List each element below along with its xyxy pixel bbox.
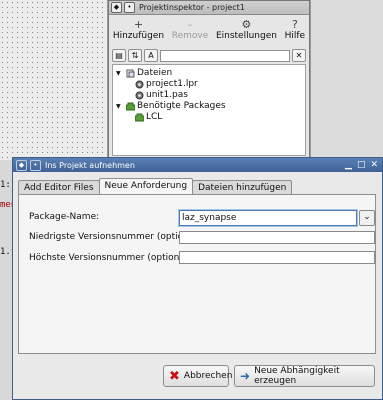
- form-designer-grid[interactable]: [0, 0, 108, 160]
- tree-node-files[interactable]: ▼ Dateien: [116, 68, 172, 78]
- inspector-titlebar[interactable]: ◆ • Projektinspektor - project1: [109, 1, 309, 15]
- collapse-icon[interactable]: ▼: [116, 70, 124, 77]
- gear-icon: ⚙: [241, 18, 252, 31]
- remove-label: Remove: [171, 31, 209, 41]
- project-tree[interactable]: ▼ Dateien project1.lpr unit1.pas ▼ Benöt…: [112, 64, 306, 156]
- cancel-button[interactable]: ✖ Abbrechen: [163, 365, 232, 387]
- alphabetic-sort-icon[interactable]: A: [144, 49, 158, 62]
- background-right-panel: [310, 0, 383, 157]
- tree-node-unit-file[interactable]: unit1.pas: [135, 90, 188, 100]
- show-directory-icon[interactable]: ▤: [112, 49, 126, 62]
- help-icon: ?: [291, 18, 298, 31]
- tree-label-project-file: project1.lpr: [146, 79, 198, 89]
- cancel-label: Abbrechen: [183, 371, 233, 381]
- package-name-label: Package-Name:: [29, 212, 100, 222]
- pin-icon[interactable]: •: [124, 2, 135, 13]
- pin-icon[interactable]: •: [30, 159, 41, 171]
- min-version-input[interactable]: [179, 231, 375, 244]
- tree-node-lcl[interactable]: LCL: [135, 112, 162, 122]
- minimize-icon[interactable]: ▁: [345, 160, 352, 170]
- create-dependency-label: Neue Abhängigkeit erzeugen: [254, 366, 340, 386]
- tree-node-project-file[interactable]: project1.lpr: [135, 79, 198, 89]
- dialog-tabs: Add Editor Files Neue Anforderung Dateie…: [18, 178, 293, 194]
- tree-node-packages[interactable]: ▼ Benötigte Packages: [116, 101, 226, 111]
- tree-label-unit-file: unit1.pas: [146, 90, 188, 100]
- dialog-title: Ins Projekt aufnehmen: [45, 160, 135, 170]
- max-version-input[interactable]: [179, 251, 375, 264]
- files-folder-icon: [126, 69, 135, 77]
- window-menu-icon[interactable]: ◆: [111, 2, 122, 13]
- project-file-icon: [135, 80, 144, 88]
- window-controls: ▁ □ ✕: [345, 160, 378, 170]
- max-version-label: Höchste Versionsnummer (optional):: [29, 253, 194, 263]
- create-dependency-button[interactable]: ➜ Neue Abhängigkeit erzeugen: [234, 365, 375, 387]
- sort-icon[interactable]: ⇅: [128, 49, 142, 62]
- add-to-project-dialog: ◆ • Ins Projekt aufnehmen ▁ □ ✕ Add Edit…: [12, 157, 383, 400]
- cancel-icon: ✖: [169, 368, 180, 384]
- close-icon[interactable]: ✕: [370, 160, 378, 170]
- tab-add-editor-files[interactable]: Add Editor Files: [18, 180, 100, 194]
- package-icon: [126, 102, 135, 110]
- filter-input[interactable]: [160, 49, 290, 62]
- plus-icon: +: [133, 18, 144, 31]
- add-dependency-icon: ➜: [240, 369, 251, 383]
- package-dropdown-button[interactable]: ⌄: [359, 210, 375, 226]
- help-label: Hilfe: [284, 31, 306, 41]
- tree-label-files: Dateien: [137, 68, 173, 78]
- window-menu-icon[interactable]: ◆: [16, 159, 27, 171]
- project-inspector-window: ◆ • Projektinspektor - project1 + Hinzuf…: [108, 0, 310, 160]
- inspector-filterbar: ▤ ⇅ A ✕: [109, 47, 309, 64]
- options-button[interactable]: ⚙ Einstellungen: [216, 19, 277, 45]
- tab-new-requirement[interactable]: Neue Anforderung: [98, 178, 194, 194]
- remove-button[interactable]: – Remove: [172, 19, 209, 45]
- chevron-down-icon: ⌄: [363, 212, 371, 222]
- options-label: Einstellungen: [215, 31, 277, 41]
- clear-filter-icon[interactable]: ✕: [292, 49, 306, 62]
- inspector-title: Projektinspektor - project1: [139, 3, 245, 12]
- min-version-label: Niedrigste Versionsnummer (optional):: [29, 232, 204, 242]
- unit-file-icon: [135, 91, 144, 99]
- new-requirement-panel: Package-Name: laz_synapse ⌄ Niedrigste V…: [18, 194, 376, 354]
- add-label: Hinzufügen: [112, 31, 165, 41]
- minus-icon: –: [187, 18, 193, 31]
- tree-label-lcl: LCL: [146, 112, 163, 122]
- help-button[interactable]: ? Hilfe: [285, 19, 305, 45]
- collapse-icon[interactable]: ▼: [116, 103, 124, 110]
- package-name-input[interactable]: laz_synapse: [179, 210, 357, 226]
- background-code-line: 1:: [0, 180, 11, 190]
- tree-label-packages: Benötigte Packages: [137, 101, 226, 111]
- inspector-toolbar: + Hinzufügen – Remove ⚙ Einstellungen ? …: [109, 15, 309, 47]
- tab-add-files[interactable]: Dateien hinzufügen: [192, 180, 293, 194]
- add-button[interactable]: + Hinzufügen: [113, 19, 164, 45]
- dialog-titlebar[interactable]: ◆ • Ins Projekt aufnehmen ▁ □ ✕: [13, 158, 382, 172]
- package-icon: [135, 113, 144, 121]
- maximize-icon[interactable]: □: [357, 160, 366, 170]
